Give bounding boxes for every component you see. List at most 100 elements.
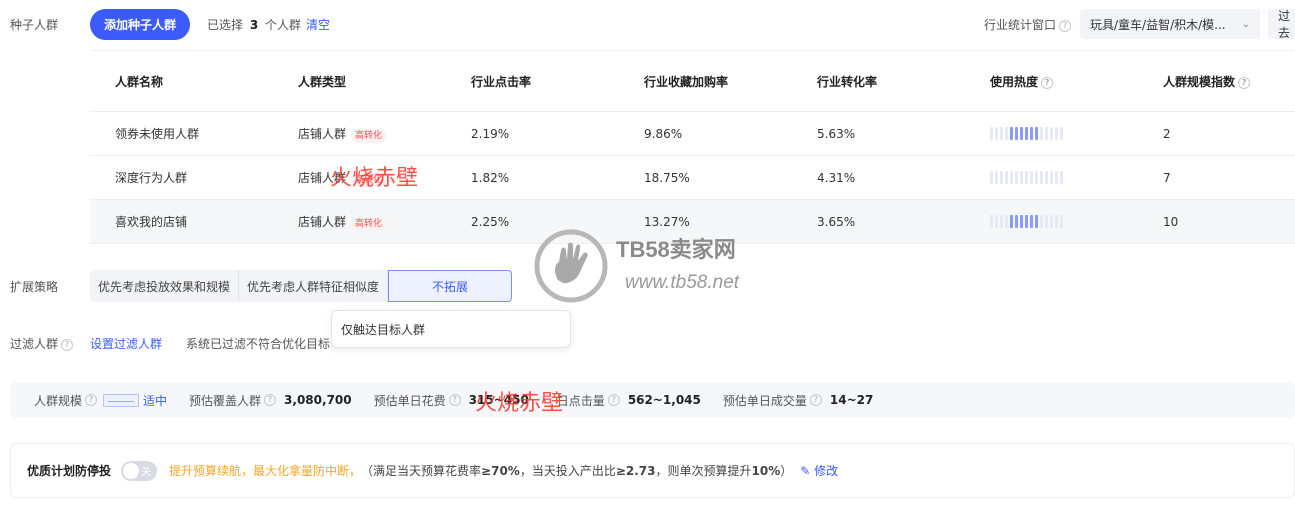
edit-text: 修改	[814, 464, 839, 478]
click-label: 日点击量	[556, 393, 605, 408]
heat-segment	[1005, 171, 1008, 184]
row-fav: 9.86%	[644, 126, 683, 141]
edit-link[interactable]: ✎ 修改	[800, 462, 838, 479]
status-badge: 高转化	[351, 128, 387, 143]
rule-text: ）	[780, 464, 793, 478]
heat-segment	[1025, 171, 1028, 184]
category-select[interactable]: 玩具/童车/益智/积木/模... ⌄	[1080, 9, 1260, 39]
seed-label: 种子人群	[10, 18, 59, 32]
heat-segment	[1030, 127, 1033, 140]
range-select[interactable]: 过去	[1268, 9, 1295, 40]
help-icon[interactable]: ?	[61, 338, 74, 351]
row-cvr: 5.63%	[817, 126, 856, 141]
heat-segment	[1050, 171, 1053, 184]
row-scale: 7	[1163, 170, 1171, 185]
heat-segment	[995, 127, 998, 140]
chevron-down-icon: ⌄	[1241, 18, 1250, 30]
help-icon[interactable]: ?	[1238, 76, 1251, 89]
heat-segment	[1045, 215, 1048, 228]
heat-segment	[1060, 171, 1063, 184]
divider	[90, 50, 1295, 51]
heat-segment	[1015, 215, 1018, 228]
watermark-site: TB58卖家网	[616, 237, 736, 262]
heat-segment	[1020, 215, 1023, 228]
protect-highlight: 提升预算续航，最大化拿量防中断，	[169, 464, 362, 478]
heat-bar	[990, 171, 1063, 184]
heat-segment	[1000, 215, 1003, 228]
heat-segment	[1020, 127, 1023, 140]
strategy-option-effect[interactable]: 优先考虑投放效果和规模	[90, 270, 240, 302]
heat-segment	[990, 127, 993, 140]
selected-count: 3	[249, 18, 259, 32]
add-seed-button[interactable]: 添加种子人群	[90, 9, 191, 40]
help-icon[interactable]: ?	[809, 394, 822, 406]
row-name: 深度行为人群	[115, 171, 188, 185]
window-label-wrap: 行业统计窗口?	[984, 16, 1072, 33]
help-icon[interactable]: ?	[85, 394, 98, 406]
heat-segment	[1040, 171, 1043, 184]
col-name: 人群名称	[115, 75, 164, 89]
protect-toggle[interactable]: 关	[121, 460, 158, 481]
heat-segment	[1035, 215, 1038, 228]
rule-value: ≥70%	[481, 464, 520, 478]
rule-text: ，当天投入产出比	[519, 464, 616, 478]
heat-segment	[1010, 215, 1013, 228]
set-filter-link[interactable]: 设置过滤人群	[90, 335, 162, 352]
help-icon[interactable]: ?	[1041, 76, 1054, 89]
row-name: 领券未使用人群	[115, 127, 200, 141]
col-cvr: 行业转化率	[817, 75, 878, 89]
clear-link[interactable]: 清空	[306, 16, 330, 33]
table-header: 人群名称 人群类型 行业点击率 行业收藏加购率 行业转化率 使用热度? 人群规模…	[90, 52, 1295, 112]
watermark-text: 火烧赤壁	[330, 166, 419, 191]
col-heat: 使用热度?	[990, 73, 1054, 90]
row-type: 店铺人群 高转化	[298, 125, 387, 143]
protect-panel: 优质计划防停投 关 提升预算续航，最大化拿量防中断， （满足当天预算花费率≥70…	[10, 443, 1295, 498]
toggle-text: 关	[141, 467, 152, 478]
row-scale: 2	[1163, 126, 1171, 141]
table-row[interactable]: 深度行为人群 店铺人群 高转化 1.82% 18.75% 4.31% 7	[90, 156, 1295, 200]
heat-segment	[1000, 171, 1003, 184]
col-scale-label: 人群规模指数	[1163, 75, 1236, 89]
rule-value: ≥2.73	[615, 464, 656, 478]
help-icon[interactable]: ?	[1059, 19, 1072, 32]
heat-segment	[1005, 127, 1008, 140]
col-fav: 行业收藏加购率	[644, 75, 729, 89]
heat-segment	[995, 215, 998, 228]
help-icon[interactable]: ?	[448, 394, 461, 406]
heat-bar	[990, 215, 1063, 228]
heat-bar	[990, 127, 1063, 140]
help-icon[interactable]: ?	[607, 394, 620, 406]
cover-value: 3,080,700	[284, 393, 352, 407]
col-scale: 人群规模指数?	[1163, 73, 1251, 90]
heat-segment	[1055, 171, 1058, 184]
heat-segment	[1045, 171, 1048, 184]
heat-segment	[1055, 127, 1058, 140]
heat-segment	[1040, 127, 1043, 140]
heat-segment	[1025, 127, 1028, 140]
scale-label: 人群规模	[34, 393, 83, 408]
filter-label: 过滤人群	[10, 337, 59, 351]
row-cvr: 3.65%	[817, 214, 856, 229]
window-label: 行业统计窗口	[984, 18, 1057, 32]
strategy-option-similarity[interactable]: 优先考虑人群特征相似度	[239, 270, 389, 302]
filter-label-wrap: 过滤人群?	[10, 335, 74, 352]
seed-table: 人群名称 人群类型 行业点击率 行业收藏加购率 行业转化率 使用热度? 人群规模…	[90, 52, 1295, 244]
filter-desc: 系统已过滤不符合优化目标	[186, 337, 331, 351]
scale-gauge	[103, 393, 140, 407]
rule-text: ，则单次预算提升	[655, 464, 752, 478]
row-ctr: 1.82%	[471, 170, 510, 185]
heat-segment	[1005, 215, 1008, 228]
help-icon[interactable]: ?	[264, 394, 277, 406]
selected-suffix: 个人群	[265, 18, 302, 32]
row-ctr: 2.25%	[471, 214, 510, 229]
strategy-option-none[interactable]: 不拓展	[388, 270, 513, 302]
category-value: 玩具/童车/益智/积木/模...	[1090, 17, 1226, 32]
row-type: 店铺人群 高转化	[298, 213, 387, 231]
heat-segment	[1050, 127, 1053, 140]
heat-segment	[1015, 127, 1018, 140]
strategy-segmented: 优先考虑投放效果和规模 优先考虑人群特征相似度 不拓展	[90, 270, 513, 302]
heat-segment	[1010, 171, 1013, 184]
table-row[interactable]: 领券未使用人群 店铺人群 高转化 2.19% 9.86% 5.63% 2	[90, 112, 1295, 156]
heat-segment	[1040, 215, 1043, 228]
heat-segment	[1030, 215, 1033, 228]
